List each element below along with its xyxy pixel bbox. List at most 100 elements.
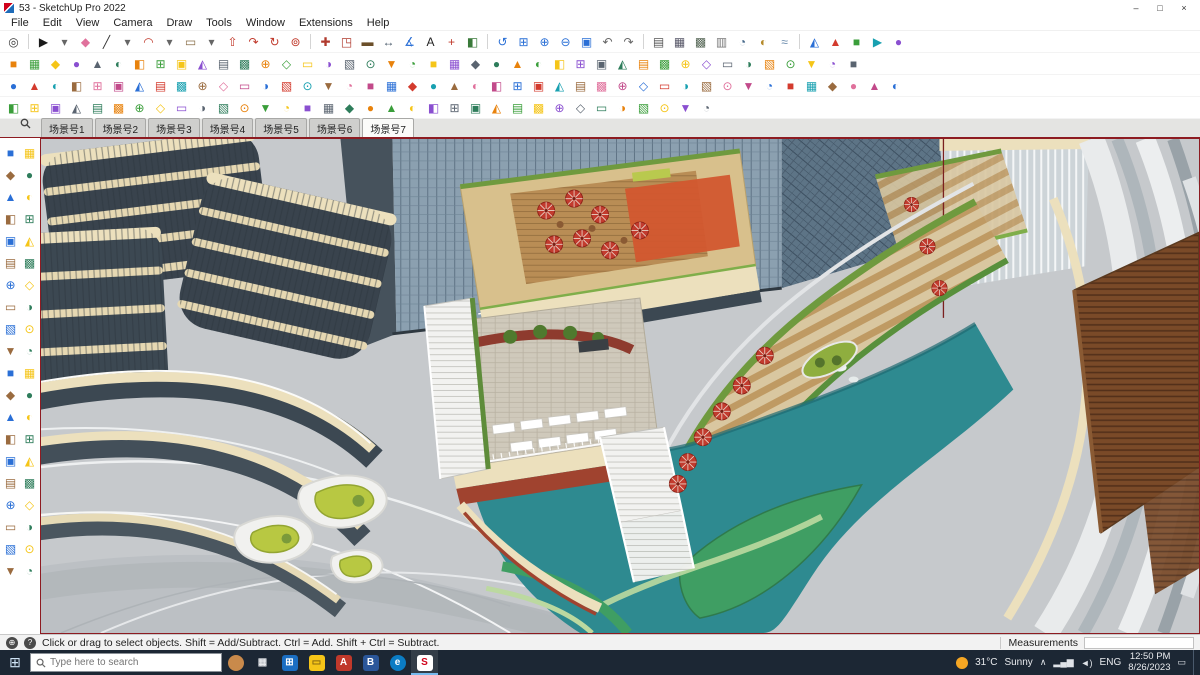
perspective-toggle-icon[interactable]: ■	[843, 53, 864, 74]
iso-view-icon[interactable]: ◭	[804, 31, 825, 52]
monochrome-style-icon[interactable]: ▥	[711, 31, 732, 52]
outer-shell-icon[interactable]: ▼	[381, 53, 402, 74]
menu-help[interactable]: Help	[360, 17, 397, 29]
curic-section-icon[interactable]: ◔	[339, 75, 360, 96]
measurements-input[interactable]	[1084, 636, 1194, 649]
edge-tools-icon[interactable]: ⊙	[717, 75, 738, 96]
make-fur-icon[interactable]: ▭	[171, 97, 192, 118]
shadows-toggle-icon[interactable]: ◑	[20, 516, 39, 538]
pan-icon[interactable]: ⊞	[513, 31, 534, 52]
unhide-last-icon[interactable]: ◔	[20, 560, 39, 582]
animation-play-icon[interactable]: ▤	[633, 53, 654, 74]
split-icon[interactable]: ◔	[402, 53, 423, 74]
array-radial-icon[interactable]: ◆	[822, 75, 843, 96]
view-parallel-icon[interactable]: ◆	[339, 97, 360, 118]
orbit-icon[interactable]: ◆	[1, 384, 20, 406]
dwg-export-icon[interactable]: ⊙	[654, 97, 675, 118]
walk-icon[interactable]: ◭	[20, 450, 39, 472]
scene-tab-场景号4[interactable]: 场景号4	[201, 118, 254, 137]
export-2d-icon[interactable]: ◑	[738, 53, 759, 74]
geolocation-icon[interactable]: ⊕	[6, 636, 18, 649]
profile-builder-icon[interactable]: ◑	[255, 75, 276, 96]
sun-north-icon[interactable]: ⊕	[612, 75, 633, 96]
text-tool-icon[interactable]: A	[420, 31, 441, 52]
arc-icon[interactable]: ◠	[138, 31, 159, 52]
taper-maker-icon[interactable]: ◐	[465, 75, 486, 96]
select-dropdown-icon[interactable]: ▾	[54, 31, 75, 52]
rectangle-icon[interactable]: ▭	[180, 31, 201, 52]
app-blue-icon[interactable]: B	[357, 650, 384, 675]
ifc-export-icon[interactable]: ▧	[633, 97, 654, 118]
sketchup-app-icon[interactable]: S	[411, 650, 438, 675]
hide-selected-icon[interactable]: ▼	[1, 560, 20, 582]
line-dropdown-icon[interactable]: ▾	[117, 31, 138, 52]
materials-icon[interactable]: ◧	[129, 53, 150, 74]
wireframe-style-icon[interactable]: ▤	[648, 31, 669, 52]
axes-icon[interactable]: +	[441, 31, 462, 52]
solar-analysis-icon[interactable]: ◇	[633, 75, 654, 96]
zoom-in-icon[interactable]: ⊕	[534, 31, 555, 52]
entity-info-icon[interactable]: ▩	[234, 53, 255, 74]
scenes-panel-icon[interactable]: ◭	[612, 53, 633, 74]
tag-manager-icon[interactable]: ▣	[591, 53, 612, 74]
lattice-maker-icon[interactable]: ⊞	[507, 75, 528, 96]
outliner-icon[interactable]: ▤	[213, 53, 234, 74]
polygon-icon[interactable]: ▣	[1, 230, 20, 252]
language-indicator[interactable]: ENG	[1100, 657, 1122, 668]
measure-area-icon[interactable]: ⊕	[549, 97, 570, 118]
zoom-window-icon[interactable]: ◐	[20, 406, 39, 428]
drop-to-ground-icon[interactable]: ▤	[570, 75, 591, 96]
smoove-icon[interactable]: ●	[486, 53, 507, 74]
offset-icon[interactable]: ⊚	[285, 31, 306, 52]
scene-tab-场景号5[interactable]: 场景号5	[255, 118, 307, 137]
quad-uv-map-icon[interactable]: ▤	[87, 97, 108, 118]
tape-measure-icon[interactable]: ▬	[357, 31, 378, 52]
import-image-icon[interactable]: ▭	[717, 53, 738, 74]
component-options-icon[interactable]: ▦	[24, 53, 45, 74]
zoom-extents-icon[interactable]: ◧	[1, 428, 20, 450]
menu-file[interactable]: File	[4, 17, 36, 29]
drawing-area[interactable]	[40, 138, 1200, 634]
fog-panel-icon[interactable]: ⊕	[675, 53, 696, 74]
dynamic-components-icon[interactable]: ◆	[45, 53, 66, 74]
scene-tab-场景号3[interactable]: 场景号3	[148, 118, 200, 137]
s4u-slice-icon[interactable]: ■	[360, 75, 381, 96]
scene-tab-场景号7[interactable]: 场景号7	[362, 118, 414, 137]
scene-search-icon[interactable]	[20, 116, 31, 134]
shadows-toggle-icon[interactable]: ◐	[753, 31, 774, 52]
styles-toggle-icon[interactable]: ▭	[1, 516, 20, 538]
3d-warehouse-icon[interactable]: ▲	[87, 53, 108, 74]
tape-measure-icon[interactable]: ▧	[1, 318, 20, 340]
shell-tool-icon[interactable]: ◧	[486, 75, 507, 96]
intersect-icon[interactable]: ⊙	[360, 53, 381, 74]
3d-text-icon[interactable]: ▦	[20, 362, 39, 384]
component-stringer-icon[interactable]: ●	[843, 75, 864, 96]
print-layout-icon[interactable]: ▼	[675, 97, 696, 118]
layer-color-toggle-icon[interactable]: ◭	[486, 97, 507, 118]
artisan-sculpt-icon[interactable]: ▣	[108, 75, 129, 96]
mirror-tool-icon[interactable]: ◆	[402, 75, 423, 96]
uv-toolkit-icon[interactable]: ▣	[45, 97, 66, 118]
orbit-icon[interactable]: ↺	[492, 31, 513, 52]
add-detail-icon[interactable]: ◧	[549, 53, 570, 74]
menu-edit[interactable]: Edit	[36, 17, 69, 29]
shadows-panel-icon[interactable]: ▩	[654, 53, 675, 74]
previous-view-icon[interactable]: ↶	[597, 31, 618, 52]
cleanup-model-icon[interactable]: ⊕	[192, 75, 213, 96]
super-weld-icon[interactable]: ⊙	[234, 97, 255, 118]
export-animation-icon[interactable]: ◧	[423, 97, 444, 118]
xray-toggle-icon[interactable]: ▧	[1, 538, 20, 560]
app-red-a-icon[interactable]: A	[330, 650, 357, 675]
unhide-all-icon[interactable]: ▣	[465, 97, 486, 118]
taskbar-search[interactable]	[30, 653, 222, 672]
menu-camera[interactable]: Camera	[106, 17, 159, 29]
sandbox-from-contours-icon[interactable]: ▦	[444, 53, 465, 74]
network-icon[interactable]: ▂▄▆	[1053, 657, 1073, 668]
shaded-style-icon[interactable]: ▦	[669, 31, 690, 52]
back-edges-toggle-icon[interactable]: ◔	[822, 53, 843, 74]
back-edges-icon[interactable]: ⊙	[20, 538, 39, 560]
random-select-icon[interactable]: ▲	[864, 75, 885, 96]
selection-toys-icon[interactable]: ▦	[381, 75, 402, 96]
menu-draw[interactable]: Draw	[159, 17, 199, 29]
fog-toggle-icon[interactable]: ≈	[774, 31, 795, 52]
